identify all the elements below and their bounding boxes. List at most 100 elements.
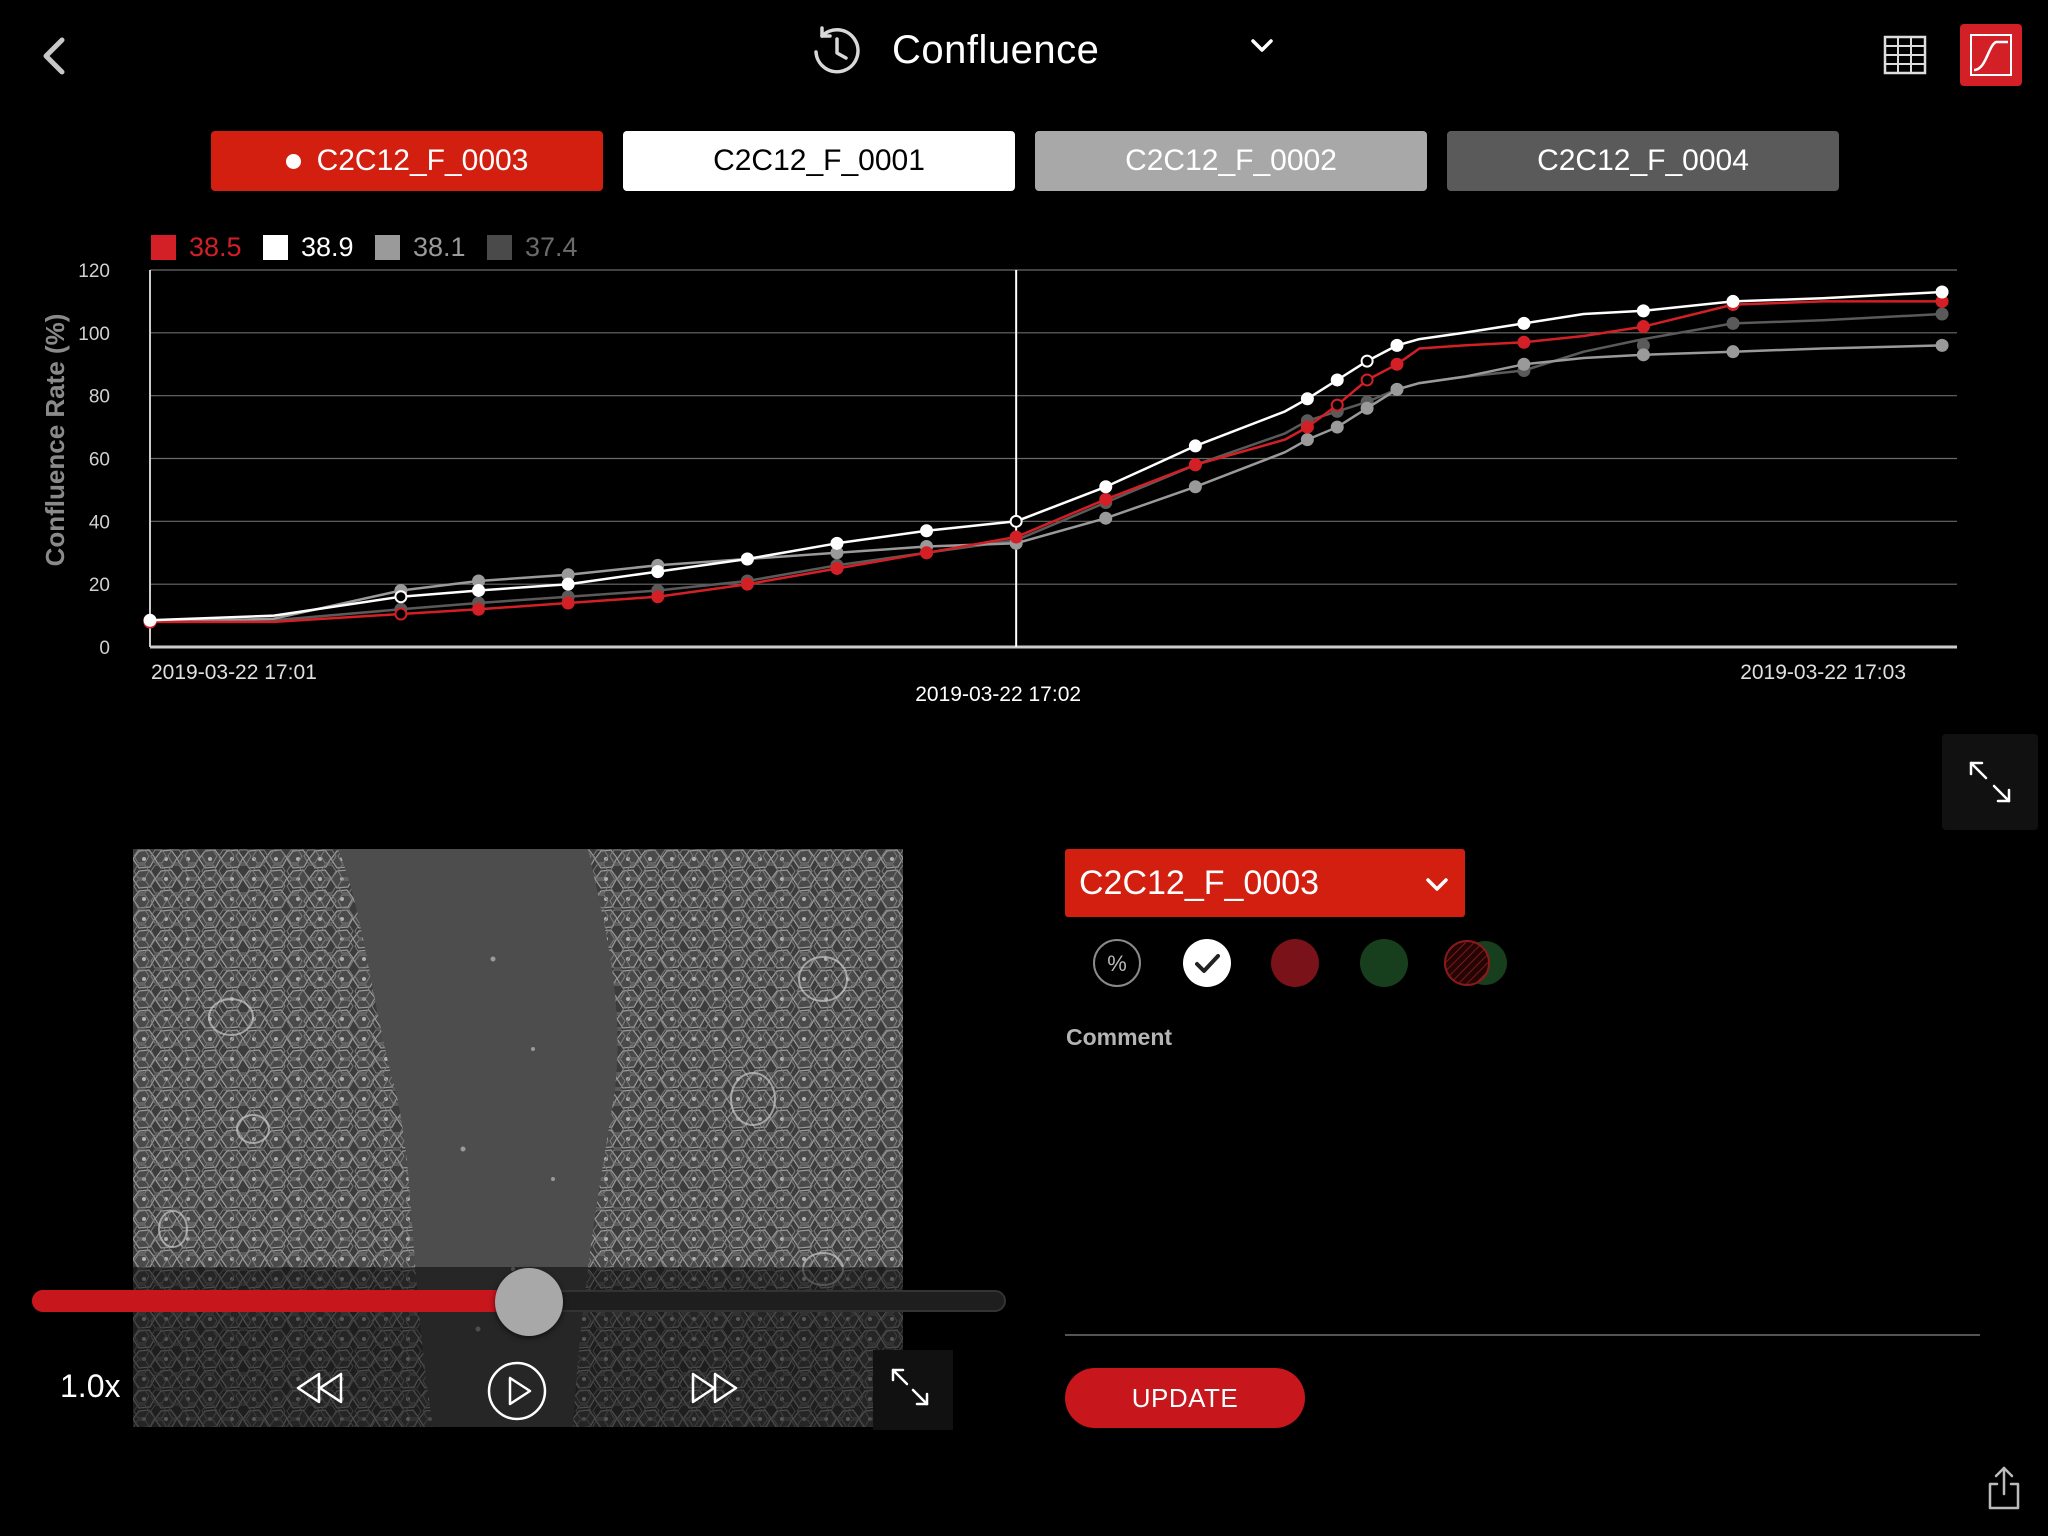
expand-arrows-icon [1969, 761, 2011, 803]
data-point [1360, 354, 1374, 368]
data-point [1636, 320, 1650, 334]
data-point [1935, 338, 1949, 352]
timeline-slider-fill [32, 1290, 529, 1312]
legend-value: 38.9 [301, 232, 354, 262]
checkmark-icon [1195, 954, 1220, 973]
title-dropdown-button[interactable] [1246, 30, 1278, 62]
data-point [1726, 294, 1740, 308]
timeline-slider-thumb[interactable] [494, 1268, 563, 1336]
series-line [149, 312, 1943, 624]
rewind-icon [296, 1372, 343, 1404]
data-point [1188, 458, 1202, 472]
fast-forward-icon [691, 1372, 738, 1404]
chevron-down-icon [1251, 39, 1273, 52]
y-tick-label: 100 [78, 324, 110, 345]
chart-expand-button[interactable] [1942, 734, 2038, 830]
percent-option[interactable]: % [1093, 939, 1141, 987]
data-point [1726, 316, 1740, 330]
y-axis-label: Confluence Rate (%) [40, 314, 70, 567]
share-icon [1988, 1466, 2020, 1510]
well-tab-label: C2C12_F_0004 [1537, 144, 1749, 177]
share-button[interactable] [1984, 1464, 2024, 1512]
well-tab-label: C2C12_F_0001 [713, 144, 925, 177]
y-tick-label: 0 [99, 638, 110, 659]
well-select[interactable]: C2C12_F_0003 [1065, 849, 1465, 917]
data-point [1099, 492, 1113, 506]
svg-text:%: % [1107, 951, 1127, 976]
data-point [830, 536, 844, 550]
data-point [1935, 285, 1949, 299]
y-tick-label: 40 [89, 512, 110, 533]
data-point [1517, 316, 1531, 330]
dark-green-option[interactable] [1360, 939, 1408, 987]
selected-dot-icon [285, 153, 301, 169]
percent-icon: % [1107, 951, 1127, 976]
dark-red-option[interactable] [1271, 939, 1319, 987]
data-point [1390, 382, 1404, 396]
data-point [1330, 420, 1344, 434]
data-point [1009, 530, 1023, 544]
confluence-chart[interactable]: 0 20 40 60 80 100 120 Confluence Rate (%) 2019-0… [0, 220, 2048, 720]
y-tick-label: 60 [89, 450, 110, 471]
mixed-option[interactable] [1443, 939, 1509, 987]
series-line [149, 290, 1943, 622]
well-tab[interactable]: C2C12_F_0001 [623, 131, 1015, 191]
well-tab[interactable]: C2C12_F_0002 [1035, 131, 1427, 191]
hatched-circle-icon [1444, 940, 1507, 986]
table-view-button[interactable] [1880, 30, 1930, 80]
data-point [1360, 373, 1374, 387]
data-point [1390, 338, 1404, 352]
data-point [394, 590, 408, 604]
legend-value: 38.5 [189, 232, 242, 262]
clock-history-icon [814, 26, 860, 74]
data-point [1300, 433, 1314, 447]
y-tick-label: 20 [89, 575, 110, 596]
data-point [1188, 439, 1202, 453]
data-point [740, 577, 754, 591]
legend-swatch [487, 235, 512, 260]
white-option[interactable] [1183, 939, 1231, 987]
data-point [651, 565, 665, 579]
data-point [472, 583, 486, 597]
data-point [651, 590, 665, 604]
well-tab[interactable]: C2C12_F_0003 [211, 131, 603, 191]
legend-value: 38.1 [413, 232, 466, 262]
legend-swatch [151, 235, 176, 260]
playback-speed[interactable]: 1.0x [60, 1368, 120, 1405]
series-line [150, 300, 1943, 624]
data-point [740, 552, 754, 566]
data-point [1300, 420, 1314, 434]
data-point [1188, 480, 1202, 494]
well-tab-label: C2C12_F_0003 [316, 144, 529, 177]
well-select-value: C2C12_F_0003 [1079, 863, 1320, 902]
data-point [143, 613, 157, 627]
data-point [1360, 401, 1374, 415]
data-point [472, 602, 486, 616]
comment-label: Comment [1066, 1024, 1173, 1050]
data-point [1330, 398, 1344, 412]
data-point [1009, 514, 1023, 528]
data-point [1390, 357, 1404, 371]
data-point [1099, 480, 1113, 494]
data-point [920, 524, 934, 538]
data-point [561, 577, 575, 591]
data-point [1636, 304, 1650, 318]
image-expand-button[interactable] [873, 1350, 953, 1430]
fast-forward-button[interactable] [686, 1366, 742, 1410]
cursor-time-label: 2019-03-22 17:02 [915, 683, 1081, 706]
title-selector[interactable]: Confluence [808, 18, 1099, 82]
expand-arrows-icon [891, 1368, 929, 1406]
back-button[interactable] [36, 28, 76, 84]
well-tab[interactable]: C2C12_F_0004 [1447, 131, 1839, 191]
x-tick-label: 2019-03-22 17:01 [151, 661, 317, 684]
rewind-button[interactable] [292, 1366, 348, 1410]
play-button[interactable] [486, 1360, 548, 1422]
update-button[interactable]: UPDATE [1065, 1368, 1305, 1428]
chart-view-button[interactable] [1960, 24, 2022, 86]
data-point [394, 607, 408, 621]
comment-field[interactable] [1065, 1058, 1980, 1336]
data-point [1300, 392, 1314, 406]
legend-value: 37.4 [525, 232, 578, 262]
back-chevron-icon [43, 37, 65, 75]
series-line [149, 344, 1943, 624]
